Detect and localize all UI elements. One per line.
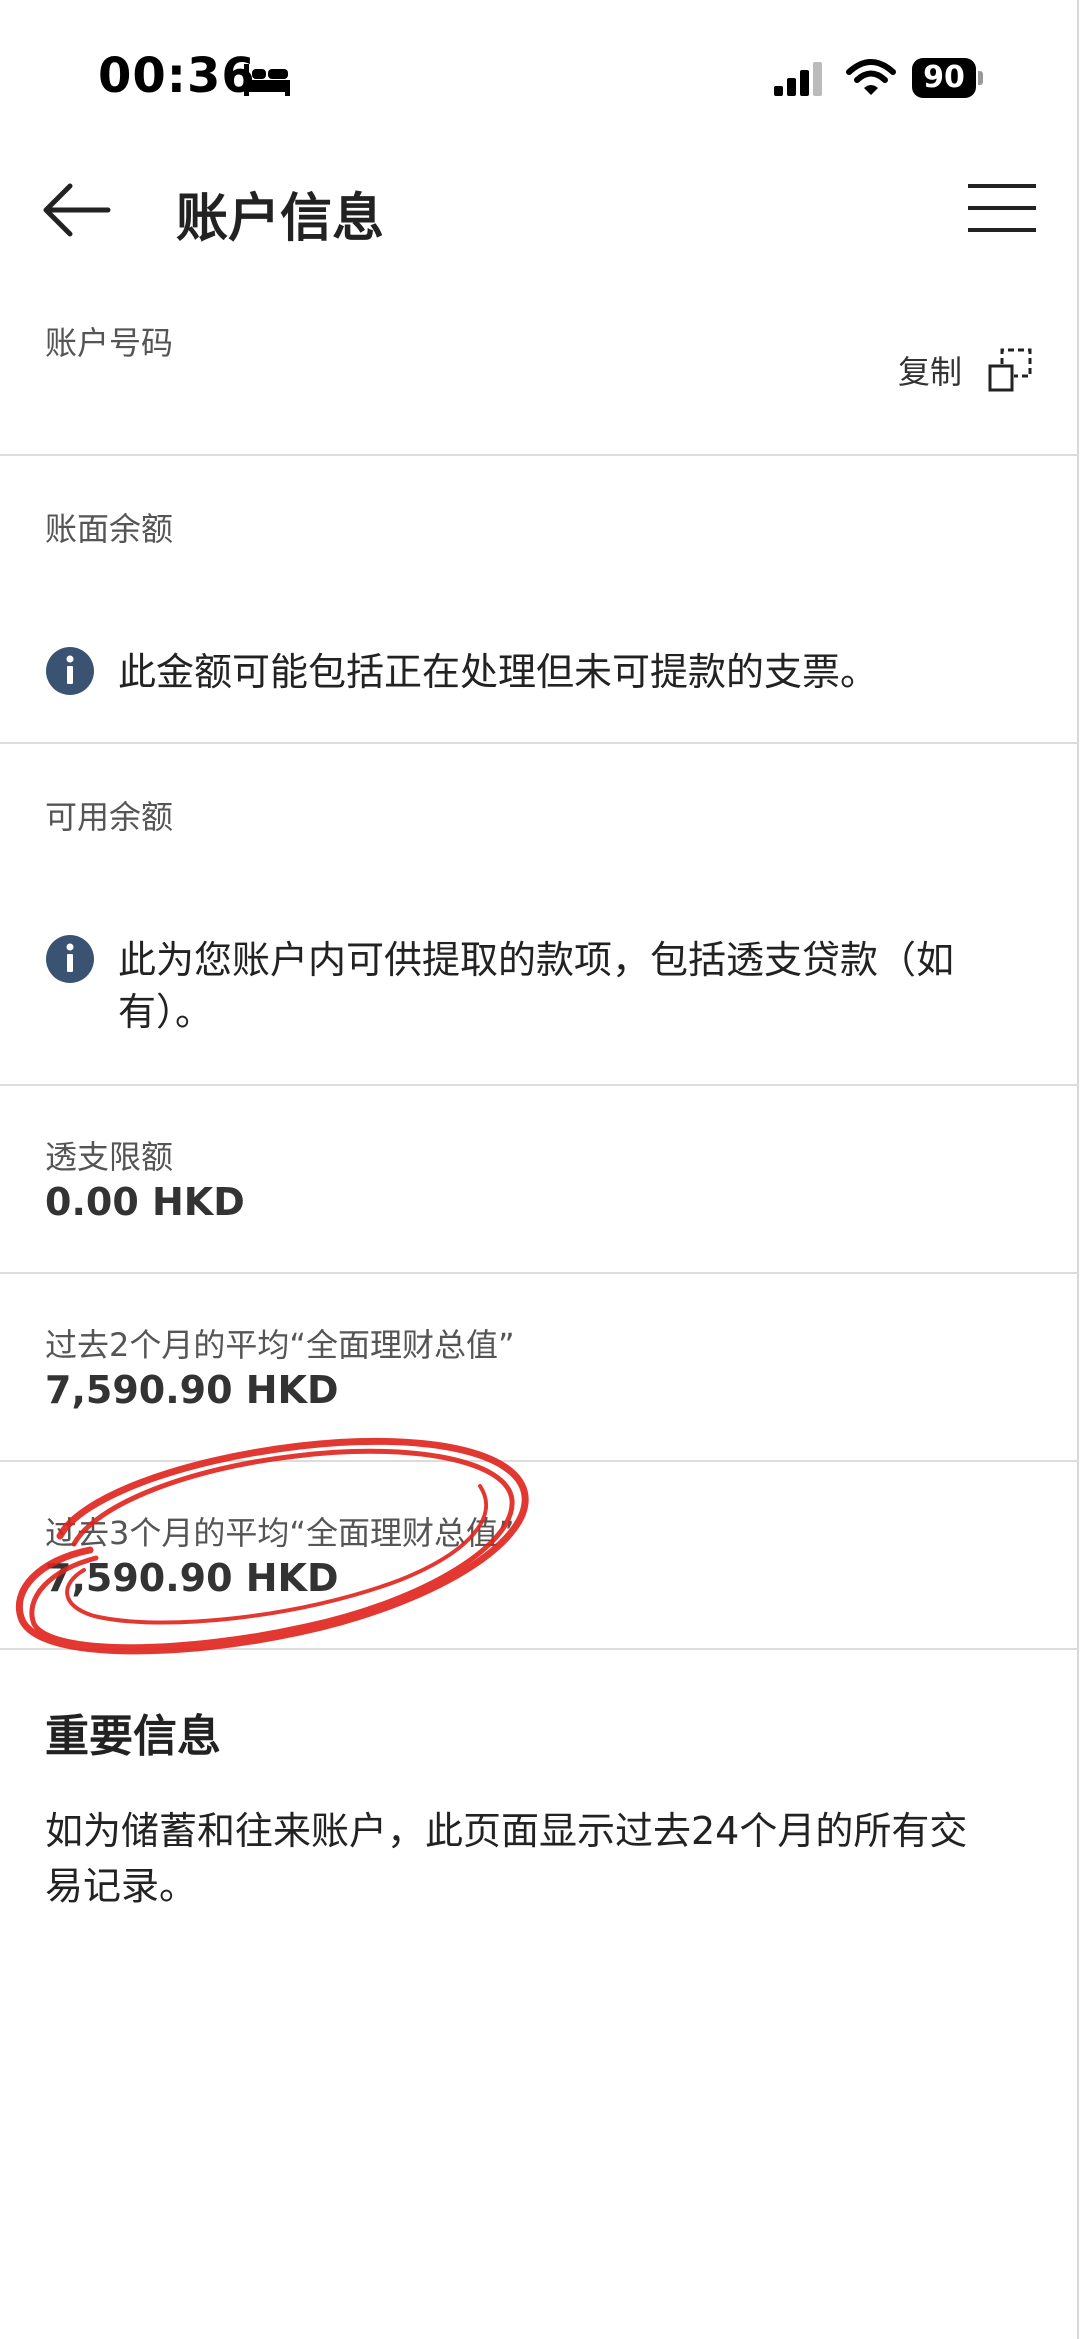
overdraft-label: 透支限额	[45, 1138, 174, 1176]
overdraft-value: 0.00 HKD	[45, 1180, 245, 1224]
copy-button[interactable]: 复制	[898, 342, 1034, 398]
avg-3-months-label: 过去3个月的平均“全面理财总值”	[45, 1514, 515, 1552]
overdraft-section: 透支限额 0.00 HKD	[0, 1086, 1078, 1274]
avg-3-months-value: 7,590.90 HKD	[45, 1556, 339, 1600]
account-number-section: 账户号码 复制	[0, 280, 1078, 456]
available-balance-section: 可用余额 此为您账户内可供提取的款项，包括透支贷款（如有）。	[0, 744, 1078, 1086]
avg-2-months-value: 7,590.90 HKD	[45, 1368, 339, 1412]
copy-label: 复制	[897, 353, 962, 391]
account-number-label: 账户号码	[45, 324, 174, 362]
available-balance-info: 此为您账户内可供提取的款项，包括透支贷款（如有）。	[45, 934, 1018, 1038]
book-balance-info-text: 此金额可能包括正在处理但未可提款的支票。	[118, 650, 879, 694]
cellular-signal-icon	[774, 62, 822, 96]
available-balance-info-text: 此为您账户内可供提取的款项，包括透支贷款（如有）。	[118, 938, 955, 1034]
status-bar: 00:36 90	[0, 0, 1080, 140]
book-balance-section: 账面余额 此金额可能包括正在处理但未可提款的支票。	[0, 456, 1078, 744]
battery-level: 90	[912, 58, 976, 98]
wifi-icon	[846, 59, 896, 95]
app-header: 账户信息	[0, 150, 1080, 270]
avg-3-months-section: 过去3个月的平均“全面理财总值” 7,590.90 HKD	[0, 1462, 1078, 1650]
battery-indicator: 90	[912, 58, 983, 98]
book-balance-label: 账面余额	[45, 510, 174, 548]
info-icon[interactable]	[45, 646, 95, 696]
page-title: 账户信息	[176, 189, 385, 249]
sleep-focus-icon	[244, 64, 290, 96]
available-balance-label: 可用余额	[45, 798, 174, 836]
important-info-text: 如为储蓄和往来账户，此页面显示过去24个月的所有交易记录。	[45, 1809, 968, 1908]
status-time: 00:36	[98, 48, 256, 104]
important-info-title: 重要信息	[45, 1711, 221, 1762]
hamburger-menu-icon[interactable]	[968, 180, 1038, 236]
copy-icon	[988, 348, 1032, 392]
back-arrow-icon[interactable]	[40, 180, 112, 240]
book-balance-info: 此金额可能包括正在处理但未可提款的支票。	[45, 646, 1018, 698]
avg-2-months-label: 过去2个月的平均“全面理财总值”	[45, 1326, 515, 1364]
avg-2-months-section: 过去2个月的平均“全面理财总值” 7,590.90 HKD	[0, 1274, 1078, 1462]
info-icon[interactable]	[45, 934, 95, 984]
battery-tip	[978, 71, 983, 85]
